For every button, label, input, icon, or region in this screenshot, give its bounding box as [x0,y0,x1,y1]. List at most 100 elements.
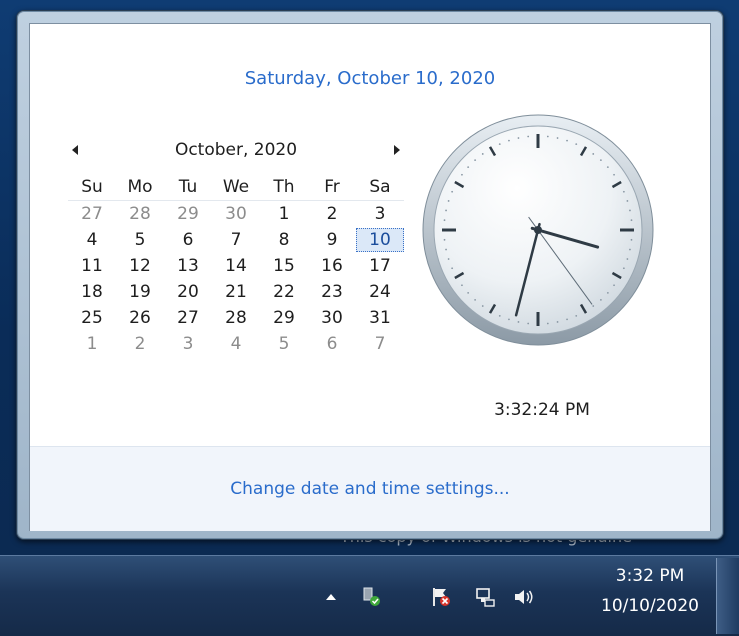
minute-tick [508,318,510,321]
weekday-label: Th [273,177,295,197]
calendar-day[interactable]: 11 [68,253,116,279]
minute-tick [622,190,625,193]
calendar-day[interactable]: 26 [116,305,164,331]
minute-tick [566,318,568,321]
minute-tick [481,305,484,307]
show-desktop-button[interactable] [716,558,739,634]
calendar-day[interactable]: 23 [308,279,356,305]
weekday-label: We [222,177,250,197]
minute-tick [447,200,450,202]
next-month-arrow-icon[interactable] [394,145,400,155]
minute-tick [498,143,501,146]
calendar-day[interactable]: 16 [308,253,356,279]
minute-tick [481,153,484,155]
calendar-day[interactable]: 28 [116,201,164,227]
minute-tick [556,137,559,139]
calendar-day[interactable]: 29 [164,201,212,227]
calendar-day[interactable]: 25 [68,305,116,331]
minute-tick [626,258,629,260]
minute-tick [630,238,633,241]
calendar-day[interactable]: 20 [164,279,212,305]
calendar-day[interactable]: 7 [212,227,260,253]
minute-tick [556,321,559,323]
calendar-week-row: 1234567 [68,331,404,357]
calendar-day[interactable]: 17 [356,253,404,279]
month-title[interactable]: October, 2020 [68,140,404,160]
calendar-day[interactable]: 5 [260,331,308,357]
taskbar: 3:32 PM 10/10/2020 [0,555,739,636]
calendar-week-row: 27 28 29 30 1 2 3 [68,201,404,227]
network-ok-icon[interactable] [360,586,382,608]
calendar-day[interactable]: 1 [260,201,308,227]
digital-time: 3:32:24 PM [494,400,590,420]
calendar-day[interactable]: 4 [68,227,116,253]
minute-tick [613,173,615,176]
calendar-day[interactable]: 7 [356,331,404,357]
calendar-day[interactable]: 6 [164,227,212,253]
calendar-day[interactable]: 19 [116,279,164,305]
minute-tick [566,139,568,142]
minute-tick [461,173,463,176]
calendar-day[interactable]: 30 [212,201,260,227]
minute-tick [445,248,447,251]
calendar-day[interactable]: 27 [68,201,116,227]
calendar-nav: October, 2020 [68,140,404,170]
calendar-day[interactable]: 30 [308,305,356,331]
change-date-time-settings-link[interactable]: Change date and time settings... [30,479,710,499]
calendar-day[interactable]: 5 [116,227,164,253]
calendar-day[interactable]: 29 [260,305,308,331]
calendar-day[interactable]: 3 [164,331,212,357]
calendar-day[interactable]: 28 [212,305,260,331]
tray-clock-time[interactable]: 3:32 PM [588,566,712,586]
calendar-day[interactable]: 3 [356,201,404,227]
tray-clock-date[interactable]: 10/10/2020 [588,596,712,616]
calendar-day[interactable]: 18 [68,279,116,305]
minute-tick [517,321,520,323]
minute-tick [606,166,609,169]
calendar-day[interactable]: 13 [164,253,212,279]
flyout-panel: Saturday, October 10, 2020 October, 2020… [29,23,711,531]
calendar-day[interactable]: 21 [212,279,260,305]
calendar-day[interactable]: 12 [116,253,164,279]
minute-tick [474,298,477,301]
calendar-week-row: 18 19 20 21 22 23 24 [68,279,404,305]
minute-tick [474,159,477,162]
calendar-day[interactable]: 8 [260,227,308,253]
minute-tick [451,267,454,270]
minute-tick [461,284,463,287]
calendar-day[interactable]: 31 [356,305,404,331]
minute-tick [443,219,446,222]
calendar-grid: Su Mo Tu We Th Fr Sa 27 28 29 30 1 2 3 4 5 6 7 8 9 10 11 12 13 1… [68,174,404,357]
calendar-day[interactable]: 15 [260,253,308,279]
minute-tick [451,190,454,193]
minute-tick [546,322,549,325]
flyout-footer: Change date and time settings... [30,446,710,531]
speaker-volume-icon[interactable] [512,586,534,608]
calendar-day[interactable]: 4 [212,331,260,357]
minute-tick [606,291,609,294]
calendar-day[interactable]: 1 [68,331,116,357]
calendar-day[interactable]: 22 [260,279,308,305]
calendar-week-row: 25 26 27 28 29 30 31 [68,305,404,331]
calendar-day[interactable]: 6 [308,331,356,357]
long-date-link[interactable]: Saturday, October 10, 2020 [30,68,710,89]
weekday-label: Sa [369,177,391,197]
calendar-day[interactable]: 9 [308,227,356,253]
calendar-day-today[interactable]: 10 [356,228,404,252]
minute-tick [630,219,633,222]
calendar-day[interactable]: 2 [116,331,164,357]
minute-tick [508,139,510,142]
network-connection-icon[interactable] [474,586,496,608]
calendar-day[interactable]: 27 [164,305,212,331]
date-time-flyout: Saturday, October 10, 2020 October, 2020… [16,10,724,540]
analog-clock [422,114,654,346]
show-hidden-icons-arrow-icon[interactable] [326,594,336,600]
calendar-day[interactable]: 14 [212,253,260,279]
action-center-flag-icon[interactable] [430,586,452,608]
weekday-label: Fr [324,177,340,197]
minute-tick [517,137,520,139]
calendar-day[interactable]: 2 [308,201,356,227]
minute-tick [626,200,629,202]
calendar-day[interactable]: 24 [356,279,404,305]
weekday-label: Su [81,177,103,197]
